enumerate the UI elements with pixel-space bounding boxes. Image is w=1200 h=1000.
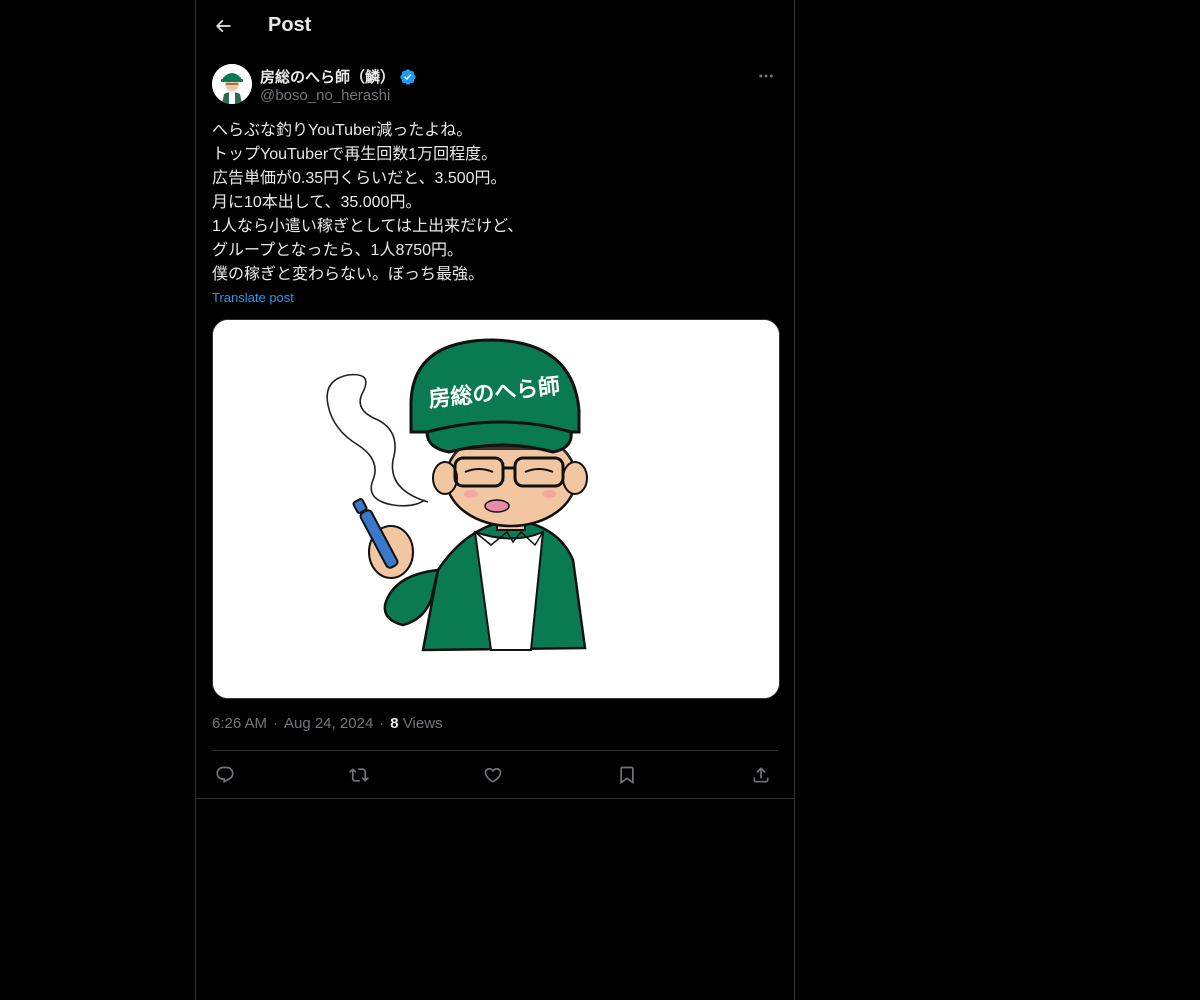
post-text-line: 月に10本出して、35.000円。 [212, 194, 422, 211]
post-text-line: 1人なら小遣い稼ぎとしては上出来だけど、 [212, 218, 524, 235]
post-image[interactable]: 房総のへら師 [212, 319, 780, 699]
illustration-image: 房総のへら師 [213, 320, 779, 698]
bookmark-icon [620, 766, 634, 785]
post-time[interactable]: 6:26 AM [212, 715, 267, 732]
back-arrow-icon [215, 19, 231, 33]
translate-post-link[interactable]: Translate post [212, 290, 294, 305]
post-text-line: グループとなったら、1人8750円。 [212, 242, 464, 259]
bottom-divider [196, 798, 794, 799]
repost-icon [349, 768, 369, 782]
bookmark-button[interactable] [614, 762, 640, 788]
repost-button[interactable] [346, 762, 372, 788]
more-options-button[interactable] [754, 64, 778, 88]
display-name[interactable]: 房総のへら師（鱗） [260, 66, 395, 87]
post-meta: 6:26 AM · Aug 24, 2024 · 8 Views [212, 715, 443, 732]
share-button[interactable] [748, 762, 774, 788]
share-icon [753, 767, 769, 783]
like-button[interactable] [480, 762, 506, 788]
post-text-line: 僕の稼ぎと変わらない。ぼっち最強。 [212, 266, 485, 283]
post-text-line: へらぶな釣りYouTuber減ったよね。 [212, 122, 473, 139]
views-count: 8 [390, 715, 399, 732]
reply-button[interactable] [212, 762, 238, 788]
page-title: Post [268, 14, 312, 36]
post-text: へらぶな釣りYouTuber減ったよね。 トップYouTuberで再生回数1万回… [212, 119, 778, 287]
post-text-line: トップYouTuberで再生回数1万回程度。 [212, 146, 498, 163]
reply-icon [216, 766, 234, 784]
views-label: Views [402, 715, 443, 732]
meta-separator: · [273, 715, 279, 732]
avatar-image [212, 64, 252, 104]
user-handle[interactable]: @boso_no_herashi [260, 87, 390, 104]
display-name-wrap: 房総のへら師（鱗） [260, 66, 417, 87]
meta-separator: · [379, 715, 385, 732]
post-date[interactable]: Aug 24, 2024 [284, 715, 373, 732]
main-column: Post 房総のへら師（鱗） @boso_no_herashi へらぶな釣りYo… [195, 0, 795, 1000]
author-row: 房総のへら師（鱗） @boso_no_herashi [212, 64, 778, 108]
post-text-line: 広告単価が0.35円くらいだと、3.500円。 [212, 170, 507, 187]
post-header: Post [196, 0, 794, 53]
verified-badge-icon [400, 68, 416, 85]
divider [212, 750, 778, 751]
avatar[interactable] [212, 64, 252, 104]
action-bar [212, 760, 778, 790]
more-dots-icon [759, 74, 773, 78]
like-icon [484, 767, 502, 783]
back-button[interactable] [208, 11, 238, 41]
